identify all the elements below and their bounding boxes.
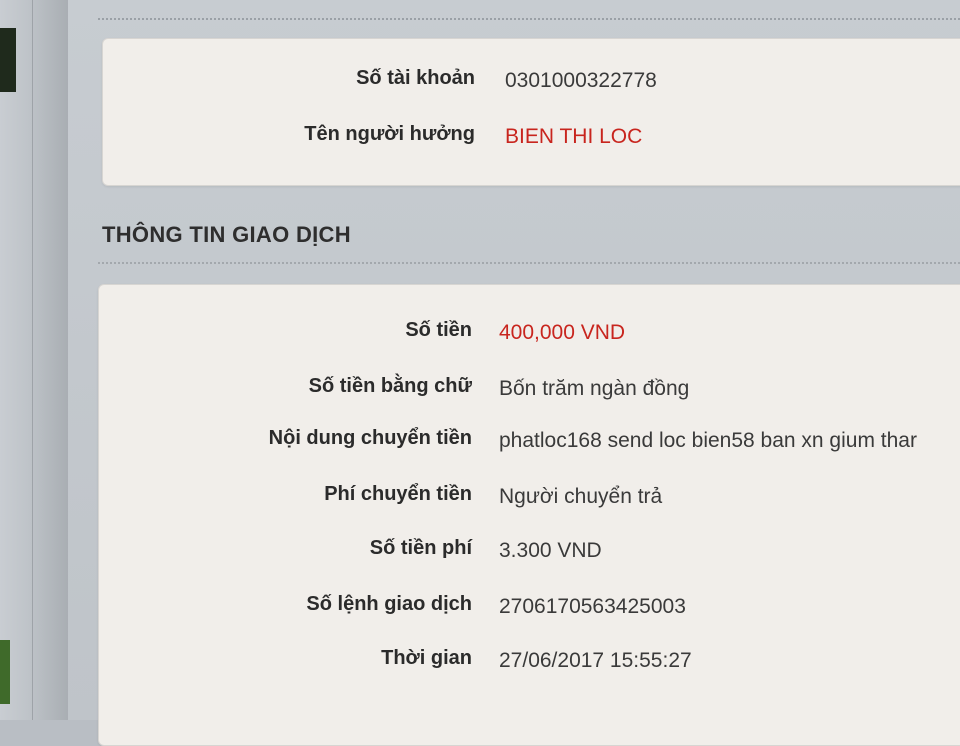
fee-amount-label: Số tiền phí bbox=[369, 537, 472, 559]
fee-amount-row: Số tiền phí 3.300 VND bbox=[99, 537, 960, 567]
transfer-content-row: Nội dung chuyển tiền phatloc168 send loc… bbox=[99, 427, 960, 457]
account-number-label: Số tài khoản bbox=[356, 67, 475, 89]
time-row: Thời gian 27/06/2017 15:55:27 bbox=[99, 647, 960, 677]
section-title: THÔNG TIN GIAO DỊCH bbox=[102, 222, 351, 247]
amount-words-label: Số tiền bằng chữ bbox=[308, 375, 472, 397]
transfer-fee-row: Phí chuyển tiền Người chuyển trả bbox=[99, 483, 960, 513]
transfer-fee-label: Phí chuyển tiền bbox=[324, 483, 472, 505]
account-number-row: Số tài khoản 0301000322778 bbox=[103, 67, 960, 97]
time-value: 27/06/2017 15:55:27 bbox=[499, 649, 692, 672]
sidebar-divider bbox=[32, 0, 33, 720]
section-divider bbox=[98, 262, 960, 264]
time-label: Thời gian bbox=[381, 647, 472, 669]
amount-label: Số tiền bbox=[405, 319, 472, 341]
account-number-value: 0301000322778 bbox=[505, 69, 657, 92]
main-content: Số tài khoản 0301000322778 Tên người hưở… bbox=[68, 0, 960, 746]
amount-words-value: Bốn trăm ngàn đồng bbox=[499, 377, 690, 400]
beneficiary-panel: Số tài khoản 0301000322778 Tên người hưở… bbox=[102, 38, 960, 186]
amount-words-row: Số tiền bằng chữ Bốn trăm ngàn đồng bbox=[99, 375, 960, 405]
sidebar-tab bbox=[0, 28, 16, 92]
amount-row: Số tiền 400,000 VND bbox=[99, 319, 960, 349]
transaction-panel: Số tiền 400,000 VND Số tiền bằng chữ Bốn… bbox=[98, 284, 960, 746]
beneficiary-name-label: Tên người hưởng bbox=[304, 123, 475, 145]
order-number-value: 2706170563425003 bbox=[499, 595, 686, 618]
sidebar-accent bbox=[0, 640, 10, 704]
transfer-content-label: Nội dung chuyển tiền bbox=[268, 427, 472, 449]
top-divider bbox=[98, 18, 960, 20]
amount-value: 400,000 VND bbox=[499, 321, 626, 344]
beneficiary-name-row: Tên người hưởng BIEN THI LOC bbox=[103, 123, 960, 153]
transfer-content-value: phatloc168 send loc bien58 ban xn gium t… bbox=[499, 429, 917, 452]
order-number-row: Số lệnh giao dịch 2706170563425003 bbox=[99, 593, 960, 623]
left-sidebar-edge bbox=[0, 0, 68, 720]
transfer-fee-value: Người chuyển trả bbox=[499, 485, 663, 508]
fee-amount-value: 3.300 VND bbox=[499, 539, 602, 562]
beneficiary-name-value: BIEN THI LOC bbox=[505, 125, 643, 148]
order-number-label: Số lệnh giao dịch bbox=[306, 593, 472, 615]
